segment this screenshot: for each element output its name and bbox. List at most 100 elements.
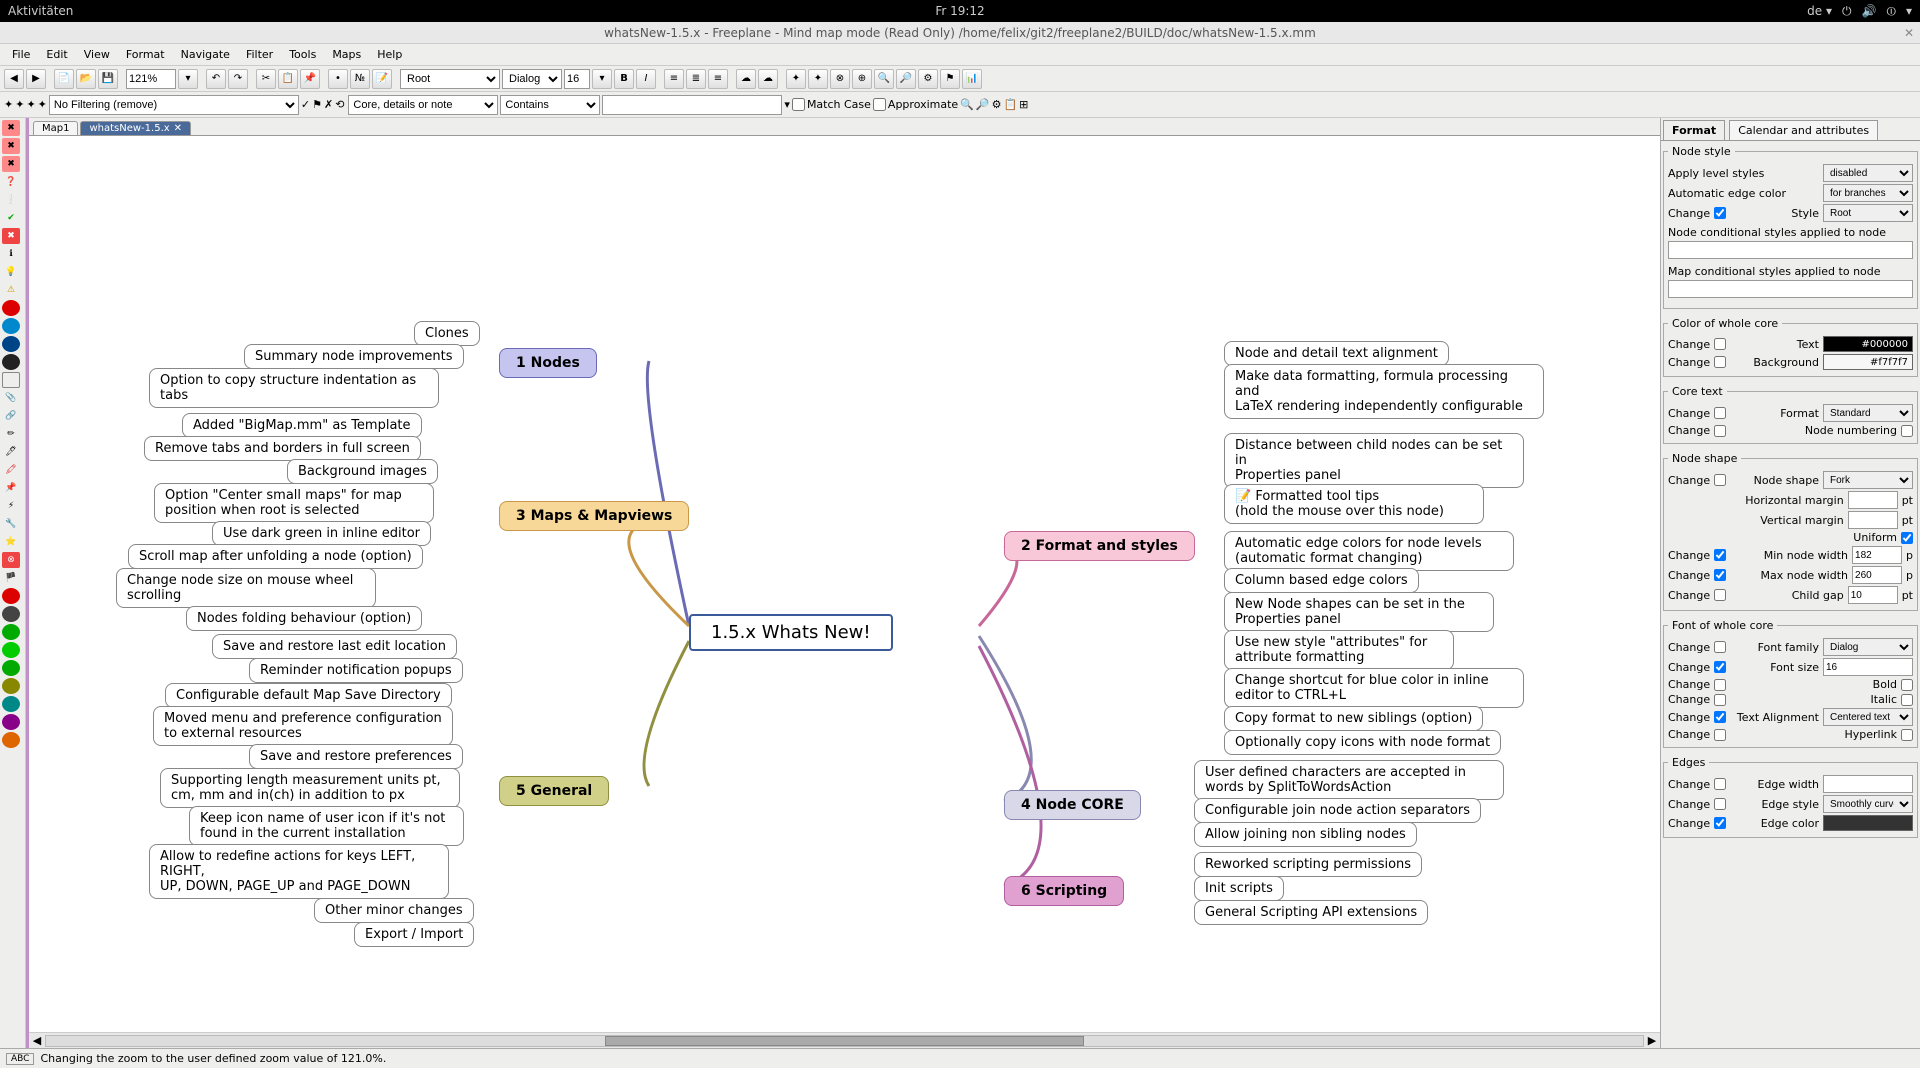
note-button[interactable]: 📝 [372, 69, 392, 89]
icon-btn[interactable]: ⊗ [2, 552, 20, 568]
v-margin-input[interactable] [1848, 511, 1898, 529]
node-numbering-check[interactable] [1901, 425, 1913, 437]
cloud-color-button[interactable]: ☁ [758, 69, 778, 89]
leaf-node[interactable]: Supporting length measurement units pt, … [160, 768, 460, 808]
text-align-select[interactable]: Centered text [1823, 708, 1913, 726]
change-check[interactable] [1714, 661, 1726, 673]
icon-btn[interactable] [2, 696, 20, 712]
icon-btn[interactable]: ✖ [2, 120, 20, 136]
leaf-node[interactable]: Remove tabs and borders in full screen [144, 436, 421, 461]
style-select[interactable]: Root [1823, 204, 1913, 222]
tb-icon-9[interactable]: 📊 [962, 69, 982, 89]
window-close-button[interactable]: ✕ [1904, 26, 1914, 40]
branch-nodes[interactable]: 1 Nodes [499, 348, 597, 378]
edge-style-select[interactable]: Smoothly curved ( [1823, 795, 1913, 813]
h-margin-input[interactable] [1848, 491, 1898, 509]
format-tab[interactable]: Format [1663, 120, 1725, 140]
icon-btn[interactable] [2, 354, 20, 370]
change-check[interactable] [1714, 356, 1726, 368]
change-check[interactable] [1714, 679, 1726, 691]
h-scrollbar[interactable]: ◀ ▶ [29, 1032, 1660, 1048]
leaf-node[interactable]: Copy format to new siblings (option) [1224, 706, 1483, 731]
font-size-input[interactable] [564, 69, 590, 89]
apply-level-select[interactable]: disabled [1823, 164, 1913, 182]
change-check[interactable] [1714, 729, 1726, 741]
icon-btn[interactable]: 🖍 [2, 462, 20, 478]
change-check[interactable] [1714, 207, 1726, 219]
leaf-node[interactable]: Use new style "attributes" for attribute… [1224, 630, 1454, 670]
min-width-input[interactable] [1852, 546, 1902, 564]
leaf-node[interactable]: Configurable join node action separators [1194, 798, 1481, 823]
leaf-node[interactable]: Summary node improvements [244, 344, 464, 369]
align-right-button[interactable]: ≡ [708, 69, 728, 89]
font-size-input[interactable] [1823, 658, 1913, 676]
tb-icon-4[interactable]: ⊕ [852, 69, 872, 89]
icon-btn[interactable]: ❓ [2, 174, 20, 190]
lang-indicator[interactable]: de ▾ [1807, 4, 1832, 18]
save-button[interactable]: 💾 [98, 69, 118, 89]
icon-btn[interactable]: ✏ [2, 426, 20, 442]
filter-search-dropdown[interactable]: ▾ [784, 98, 790, 111]
open-button[interactable]: 📂 [76, 69, 96, 89]
filter-btn-2[interactable]: ✦ [15, 98, 24, 111]
bold-check[interactable] [1901, 679, 1913, 691]
icon-btn[interactable] [2, 588, 20, 604]
leaf-node[interactable]: Use dark green in inline editor [212, 521, 431, 546]
filter-search-input[interactable] [602, 95, 782, 115]
style-select[interactable]: Root [400, 69, 500, 89]
leaf-node[interactable]: Reminder notification popups [249, 658, 463, 683]
icon-btn[interactable]: 🖊 [2, 444, 20, 460]
map-cond-styles-box[interactable] [1668, 280, 1913, 298]
leaf-node[interactable]: Node and detail text alignment [1224, 341, 1449, 366]
leaf-node[interactable]: Distance between child nodes can be set … [1224, 433, 1524, 488]
zoom-dropdown[interactable]: ▾ [178, 69, 198, 89]
power-icon[interactable]: ⏼ [1886, 4, 1896, 19]
italic-check[interactable] [1901, 694, 1913, 706]
leaf-node[interactable]: New Node shapes can be set in the Proper… [1224, 592, 1494, 632]
leaf-node[interactable]: Other minor changes [314, 898, 474, 923]
dropdown-icon[interactable]: ▾ [1906, 4, 1912, 18]
change-check[interactable] [1714, 798, 1726, 810]
cut-button[interactable]: ✂ [256, 69, 276, 89]
change-check[interactable] [1714, 474, 1726, 486]
filter-scope-select[interactable]: Core, details or note [348, 95, 498, 115]
node-shape-select[interactable]: Fork [1823, 471, 1913, 489]
leaf-node[interactable]: Option to copy structure indentation as … [149, 368, 439, 408]
icon-btn[interactable]: 🔧 [2, 516, 20, 532]
mindmap-canvas[interactable]: 1.5.x Whats New! 1 Nodes Clones Summary … [29, 136, 1660, 1032]
leaf-node[interactable]: Allow to redefine actions for keys LEFT,… [149, 844, 449, 899]
redo-button[interactable]: ↷ [228, 69, 248, 89]
icon-btn[interactable] [2, 624, 20, 640]
leaf-node[interactable]: Clones [414, 321, 480, 346]
leaf-node[interactable]: User defined characters are accepted in … [1194, 760, 1504, 800]
leaf-node[interactable]: Save and restore preferences [249, 744, 463, 769]
filter-btn-d[interactable]: 📋 [1003, 98, 1017, 111]
format-select[interactable]: Standard [1823, 404, 1913, 422]
leaf-node[interactable]: Automatic edge colors for node levels (a… [1224, 531, 1514, 571]
bold-button[interactable]: B [614, 69, 634, 89]
undo-button[interactable]: ↶ [206, 69, 226, 89]
icon-btn[interactable]: ✖ [2, 228, 20, 244]
bullet-button[interactable]: • [328, 69, 348, 89]
map-tab-2[interactable]: whatsNew-1.5.x✕ [80, 121, 191, 135]
new-button[interactable]: 📄 [54, 69, 74, 89]
uniform-check[interactable] [1901, 532, 1913, 544]
filter-btn-c[interactable]: ⚙ [992, 98, 1002, 111]
match-case-checkbox[interactable]: Match Case [792, 98, 871, 111]
change-check[interactable] [1714, 569, 1726, 581]
volume-icon[interactable]: 🔊 [1862, 4, 1877, 18]
filter-btn-3[interactable]: ✦ [26, 98, 35, 111]
edge-color-swatch[interactable] [1823, 815, 1913, 831]
icon-btn[interactable]: 📎 [2, 390, 20, 406]
icon-btn[interactable]: ✖ [2, 138, 20, 154]
find-prev-button[interactable]: 🔍 [960, 98, 974, 111]
icon-btn[interactable]: 🏴 [2, 570, 20, 586]
branch-maps[interactable]: 3 Maps & Mapviews [499, 501, 689, 531]
menu-file[interactable]: File [4, 46, 38, 63]
icon-btn[interactable] [2, 606, 20, 622]
approximate-checkbox[interactable]: Approximate [873, 98, 958, 111]
menu-help[interactable]: Help [369, 46, 410, 63]
leaf-node[interactable]: Nodes folding behaviour (option) [186, 606, 422, 631]
change-check[interactable] [1714, 589, 1726, 601]
icon-btn[interactable]: ✔ [2, 210, 20, 226]
